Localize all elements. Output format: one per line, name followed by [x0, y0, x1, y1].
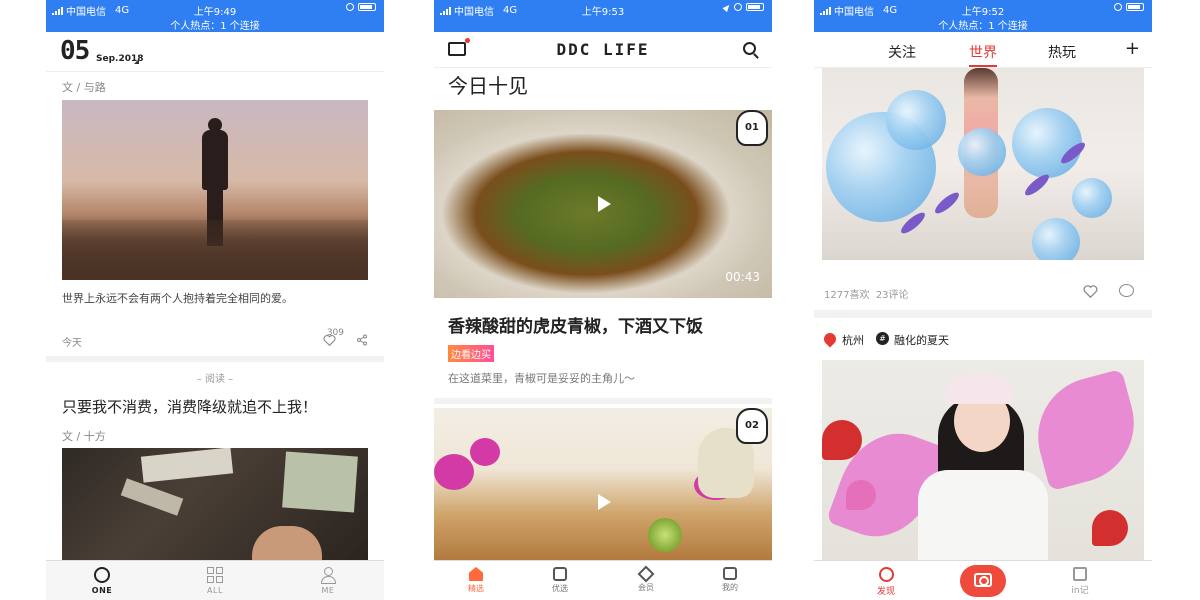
status-bar: 中国电信 4G 上午9:49 个人热点：1 个连接: [46, 0, 384, 32]
add-button[interactable]: +: [1125, 38, 1140, 59]
tab-following[interactable]: 关注: [888, 42, 916, 62]
cat-face-icon: [723, 567, 737, 580]
tab-trending[interactable]: 热玩: [1048, 42, 1076, 62]
bottom-tab-bar: ONE ALL ME: [46, 560, 384, 600]
section-label: – 阅读 –: [196, 374, 234, 385]
video-thumbnail-2[interactable]: [434, 408, 772, 560]
article-author: 文 / 十方: [62, 430, 106, 443]
location-pin-icon: [821, 330, 839, 348]
top-tabs: 关注 世界 热玩 +: [814, 32, 1152, 68]
share-icon[interactable]: [356, 334, 368, 346]
heart-icon[interactable]: [1083, 284, 1098, 298]
section-divider: [46, 356, 384, 362]
status-bar: 中国电信 4G 上午9:52 个人热点：1 个连接: [814, 0, 1152, 32]
box-icon: [553, 567, 567, 581]
post-stats: 1277喜欢 23评论: [824, 286, 909, 301]
grid-icon: [207, 567, 223, 583]
tab-all[interactable]: ALL: [185, 567, 245, 595]
tab-world[interactable]: 世界: [969, 42, 997, 62]
tab-discover[interactable]: 发现: [856, 567, 916, 597]
video-description: 在这道菜里，青椒可是妥妥的主角儿～: [448, 372, 635, 385]
tab-journal[interactable]: in记: [1050, 567, 1110, 596]
article-photo[interactable]: [62, 448, 368, 560]
hotspot-banner[interactable]: 个人热点：1 个连接: [46, 17, 384, 32]
post-date: 今天: [62, 338, 82, 349]
diamond-icon: [637, 565, 655, 583]
tab-featured[interactable]: 精选: [446, 567, 506, 594]
comment-count: 23评论: [875, 290, 909, 301]
like-count: 309: [326, 328, 344, 338]
tab-me[interactable]: ME: [298, 567, 358, 595]
battery-icon: [1126, 3, 1144, 11]
topic-tag[interactable]: 融化的夏天: [894, 332, 949, 348]
in-app-screen: 中国电信 4G 上午9:52 个人热点：1 个连接 关注 世界 热玩 + 1277…: [814, 0, 1152, 600]
video-title[interactable]: 香辣酸甜的虎皮青椒，下酒又下饭: [448, 312, 703, 337]
shop-tag[interactable]: 边看边买: [448, 345, 494, 362]
post-image-1[interactable]: [822, 68, 1144, 260]
camera-icon: [974, 573, 992, 587]
one-app-screen: 中国电信 4G 上午9:49 个人热点：1 个连接 05 Sep.2018 文 /…: [46, 0, 384, 600]
section-title: 今日十见: [448, 74, 528, 98]
date-day: 05: [60, 36, 90, 66]
journal-icon: [1073, 567, 1087, 581]
play-icon[interactable]: [598, 196, 611, 212]
status-time: 上午9:49: [193, 7, 237, 18]
article-title[interactable]: 只要我不消费，消费降级就追不上我！: [62, 396, 317, 417]
date-header[interactable]: 05 Sep.2018: [46, 32, 384, 72]
home-icon: [469, 567, 483, 581]
rank-badge: 02: [736, 408, 768, 444]
dropdown-corner-icon[interactable]: [134, 59, 139, 64]
ddc-life-screen: 中国电信 4G 上午9:53 DDC LIFE 今日十见 01 00:43 香辣酸…: [434, 0, 772, 600]
daily-quote: 世界上永远不会有两个人抱持着完全相同的爱。: [62, 292, 293, 305]
location-tag[interactable]: 杭州: [842, 332, 864, 348]
discover-icon: [878, 567, 894, 582]
active-tab-indicator: [969, 65, 997, 67]
video-duration: 00:43: [725, 270, 760, 284]
section-divider: [814, 310, 1152, 318]
battery-icon: [358, 3, 376, 11]
alarm-icon: [346, 3, 354, 11]
daily-photo[interactable]: [62, 100, 368, 280]
comment-icon[interactable]: [1119, 284, 1134, 297]
rank-badge: 01: [736, 110, 768, 146]
search-icon[interactable]: [743, 42, 756, 55]
post-image-2[interactable]: [822, 360, 1144, 560]
bottom-tab-bar: 精选 优选 会员 我的: [434, 560, 772, 600]
tab-member[interactable]: 会员: [616, 565, 676, 593]
photo-author: 文 / 与路: [62, 81, 106, 94]
person-icon: [320, 567, 336, 584]
tab-selection[interactable]: 优选: [530, 567, 590, 594]
like-count: 1277喜欢: [824, 290, 870, 301]
one-ring-icon: [94, 567, 110, 583]
play-icon[interactable]: [598, 494, 611, 510]
battery-icon: [746, 3, 764, 11]
hotspot-banner[interactable]: 个人热点：1 个连接: [814, 17, 1152, 32]
bottom-tab-bar: 发现 in记: [814, 560, 1152, 600]
alarm-icon: [1114, 3, 1122, 11]
tab-one[interactable]: ONE: [72, 567, 132, 595]
tab-profile[interactable]: 我的: [700, 567, 760, 593]
status-time: 上午9:53: [581, 7, 625, 18]
video-thumbnail-1[interactable]: [434, 110, 772, 298]
location-icon: [722, 2, 732, 12]
camera-button[interactable]: [960, 565, 1006, 597]
brand-title: DDC LIFE: [556, 40, 650, 59]
status-bar: 中国电信 4G 上午9:53: [434, 0, 772, 32]
section-divider: [434, 398, 772, 404]
app-header: DDC LIFE: [434, 32, 772, 68]
hashtag-icon: #: [876, 332, 889, 345]
status-time: 上午9:52: [961, 7, 1005, 18]
alarm-icon: [734, 3, 742, 11]
